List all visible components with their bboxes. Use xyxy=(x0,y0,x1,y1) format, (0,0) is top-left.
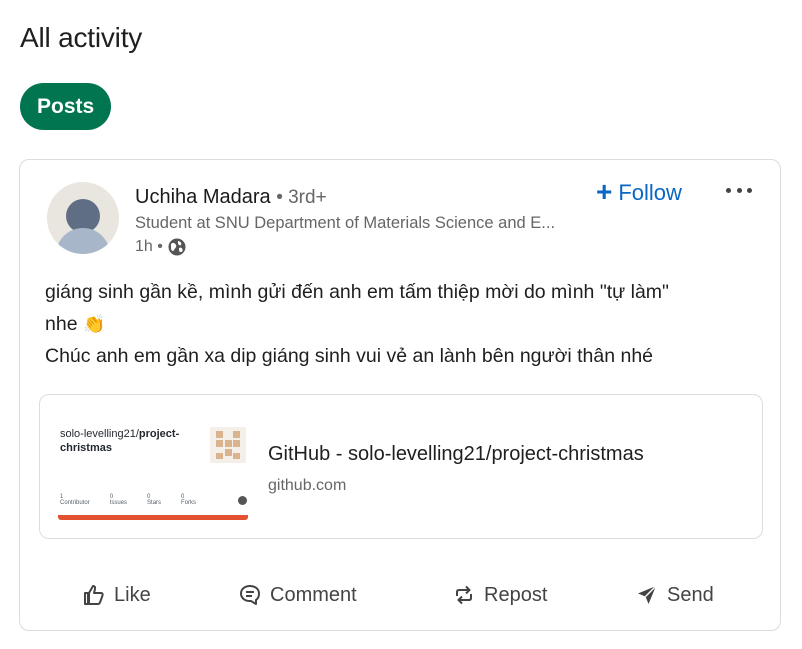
repost-icon xyxy=(456,585,472,605)
send-button[interactable]: Send xyxy=(635,573,714,617)
send-icon xyxy=(638,585,657,604)
posts-filter-button[interactable]: Posts xyxy=(20,83,112,130)
connection-degree: • 3rd+ xyxy=(276,187,327,208)
page-title: All activity xyxy=(20,22,143,53)
thumb-stat: 0 Stars xyxy=(147,494,162,506)
post-text: giáng sinh gần kề, mình gửi đến anh em t… xyxy=(45,276,745,372)
link-preview-card[interactable]: solo-levelling21/project-christmas 1 Cont… xyxy=(39,394,763,539)
link-title[interactable]: GitHub - solo-levelling21/project-christ… xyxy=(268,443,644,466)
follow-label: Follow xyxy=(618,180,682,205)
link-thumbnail: solo-levelling21/project-christmas 1 Cont… xyxy=(58,415,268,523)
thumb-stat: 1 Contributor xyxy=(60,494,90,506)
thumb-repo-name: solo-levelling21/project-christmas xyxy=(60,428,180,454)
repo-identicon-icon xyxy=(210,427,246,463)
comment-label: Comment xyxy=(270,583,357,606)
more-options-icon[interactable] xyxy=(726,180,752,200)
link-domain: github.com xyxy=(268,477,347,494)
author-line: Uchiha Madara • 3rd+ xyxy=(135,186,327,209)
like-label: Like xyxy=(114,583,151,606)
follow-button[interactable]: + Follow xyxy=(596,178,682,208)
repost-button[interactable]: Repost xyxy=(452,573,547,617)
post-text-line: giáng sinh gần kề, mình gửi đến anh em t… xyxy=(45,281,669,303)
post-meta: 1h • xyxy=(135,237,187,257)
social-actions-bar: Like Comment Repost Send xyxy=(20,573,780,617)
thumb-stat: 0 Issues xyxy=(109,494,128,506)
comment-button[interactable]: Comment xyxy=(238,573,357,617)
clap-emoji: 👏 xyxy=(82,314,106,334)
post-card: Uchiha Madara • 3rd+ Student at SNU Depa… xyxy=(19,159,781,631)
thumb-stats: 1 Contributor 0 Issues 0 Stars 0 Forks xyxy=(60,494,260,506)
thumb-stat: 0 Forks xyxy=(181,494,197,506)
comment-icon xyxy=(240,585,260,605)
plus-icon: + xyxy=(596,176,613,207)
github-logo-icon xyxy=(238,496,247,505)
post-text-line: Chúc anh em gần xa dip giáng sinh vui vẻ… xyxy=(45,345,654,367)
author-name[interactable]: Uchiha Madara xyxy=(135,186,271,208)
thumb-accent-bar xyxy=(58,515,248,520)
repost-label: Repost xyxy=(484,583,548,606)
author-headline: Student at SNU Department of Materials S… xyxy=(135,214,556,232)
thumbs-up-icon xyxy=(84,585,104,605)
post-time: 1h • xyxy=(135,238,163,255)
avatar[interactable] xyxy=(47,182,119,254)
post-text-line: nhe 👏 xyxy=(45,313,106,335)
globe-icon xyxy=(167,237,187,257)
like-button[interactable]: Like xyxy=(82,573,151,617)
send-label: Send xyxy=(667,583,714,606)
